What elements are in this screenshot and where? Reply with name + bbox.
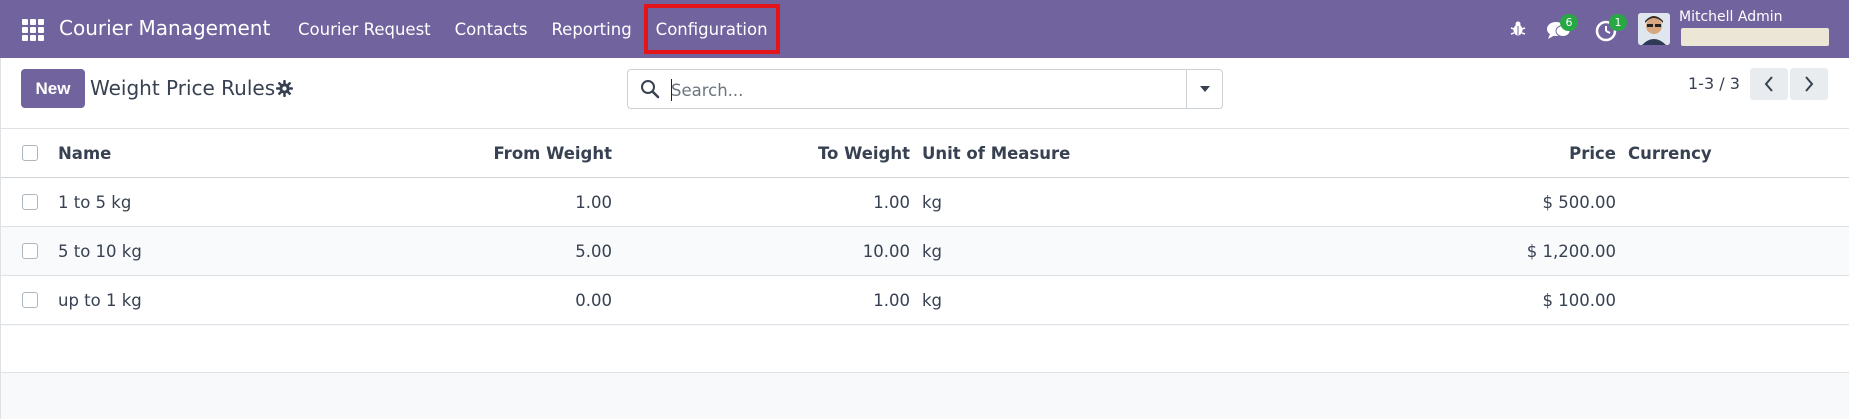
column-header-to-weight[interactable]: To Weight — [818, 129, 910, 178]
search-options-toggle[interactable] — [1186, 70, 1222, 108]
table-row[interactable]: 5 to 10 kg 5.00 10.00 kg $ 1,200.00 — [0, 227, 1849, 276]
main-menu: Courier Request Contacts Reporting Confi… — [286, 0, 780, 58]
table-empty-filler-row — [0, 326, 1849, 373]
cell-to-weight[interactable]: 10.00 — [863, 227, 910, 276]
cell-to-weight[interactable]: 1.00 — [873, 276, 910, 325]
pager-next-button[interactable] — [1790, 68, 1828, 100]
chevron-right-icon — [1805, 76, 1814, 92]
left-border-divider — [0, 58, 1, 419]
user-name[interactable]: Mitchell Admin — [1679, 9, 1783, 25]
search-input[interactable] — [671, 79, 1091, 101]
caret-down-icon — [1199, 86, 1210, 92]
activities-count-badge: 1 — [1609, 14, 1627, 31]
text-caret — [671, 79, 672, 101]
column-header-unit-of-measure[interactable]: Unit of Measure — [922, 129, 1070, 178]
cell-price[interactable]: $ 500.00 — [1543, 178, 1616, 227]
records-table: Name From Weight To Weight Unit of Measu… — [0, 129, 1849, 325]
gear-icon[interactable] — [276, 80, 293, 97]
menu-item-courier-request[interactable]: Courier Request — [286, 0, 443, 58]
apps-grid-icon[interactable] — [22, 19, 44, 41]
search-icon — [641, 80, 660, 99]
cell-unit-of-measure[interactable]: kg — [922, 276, 942, 325]
menu-item-configuration[interactable]: Configuration — [643, 0, 780, 58]
table-header-row: Name From Weight To Weight Unit of Measu… — [0, 129, 1849, 178]
table-row[interactable]: up to 1 kg 0.00 1.00 kg $ 100.00 — [0, 276, 1849, 325]
menu-item-reporting[interactable]: Reporting — [539, 0, 643, 58]
cell-price[interactable]: $ 100.00 — [1543, 276, 1616, 325]
cell-unit-of-measure[interactable]: kg — [922, 227, 942, 276]
cell-name[interactable]: up to 1 kg — [58, 276, 142, 325]
row-checkbox[interactable] — [22, 194, 38, 210]
cell-from-weight[interactable]: 1.00 — [575, 178, 612, 227]
pager-previous-button[interactable] — [1750, 68, 1788, 100]
select-all-checkbox[interactable] — [22, 145, 38, 161]
chevron-left-icon — [1764, 76, 1773, 92]
cell-name[interactable]: 5 to 10 kg — [58, 227, 142, 276]
column-header-currency[interactable]: Currency — [1628, 129, 1712, 178]
cell-from-weight[interactable]: 0.00 — [575, 276, 612, 325]
column-header-from-weight[interactable]: From Weight — [493, 129, 612, 178]
menu-item-contacts[interactable]: Contacts — [443, 0, 540, 58]
avatar[interactable] — [1638, 13, 1670, 45]
cell-price[interactable]: $ 1,200.00 — [1527, 227, 1616, 276]
column-header-name[interactable]: Name — [58, 129, 111, 178]
control-panel: New Weight Price Rules 1-3 / 3 — [0, 58, 1849, 129]
row-checkbox[interactable] — [22, 243, 38, 259]
top-navbar: Courier Management Courier Request Conta… — [0, 0, 1849, 58]
app-brand[interactable]: Courier Management — [59, 16, 270, 40]
new-button[interactable]: New — [21, 69, 85, 108]
search-bar — [627, 69, 1223, 109]
messages-count-badge: 6 — [1560, 14, 1578, 31]
cell-name[interactable]: 1 to 5 kg — [58, 178, 131, 227]
avatar-image-icon — [1638, 13, 1670, 45]
table-row[interactable]: 1 to 5 kg 1.00 1.00 kg $ 500.00 — [0, 178, 1849, 227]
pager-value[interactable]: 1-3 / 3 — [1688, 74, 1740, 93]
cell-from-weight[interactable]: 5.00 — [575, 227, 612, 276]
bug-icon[interactable] — [1509, 20, 1527, 38]
cell-unit-of-measure[interactable]: kg — [922, 178, 942, 227]
database-name-redacted — [1681, 28, 1829, 46]
column-header-price[interactable]: Price — [1569, 129, 1616, 178]
cell-to-weight[interactable]: 1.00 — [873, 178, 910, 227]
page-title: Weight Price Rules — [90, 76, 276, 100]
row-checkbox[interactable] — [22, 292, 38, 308]
